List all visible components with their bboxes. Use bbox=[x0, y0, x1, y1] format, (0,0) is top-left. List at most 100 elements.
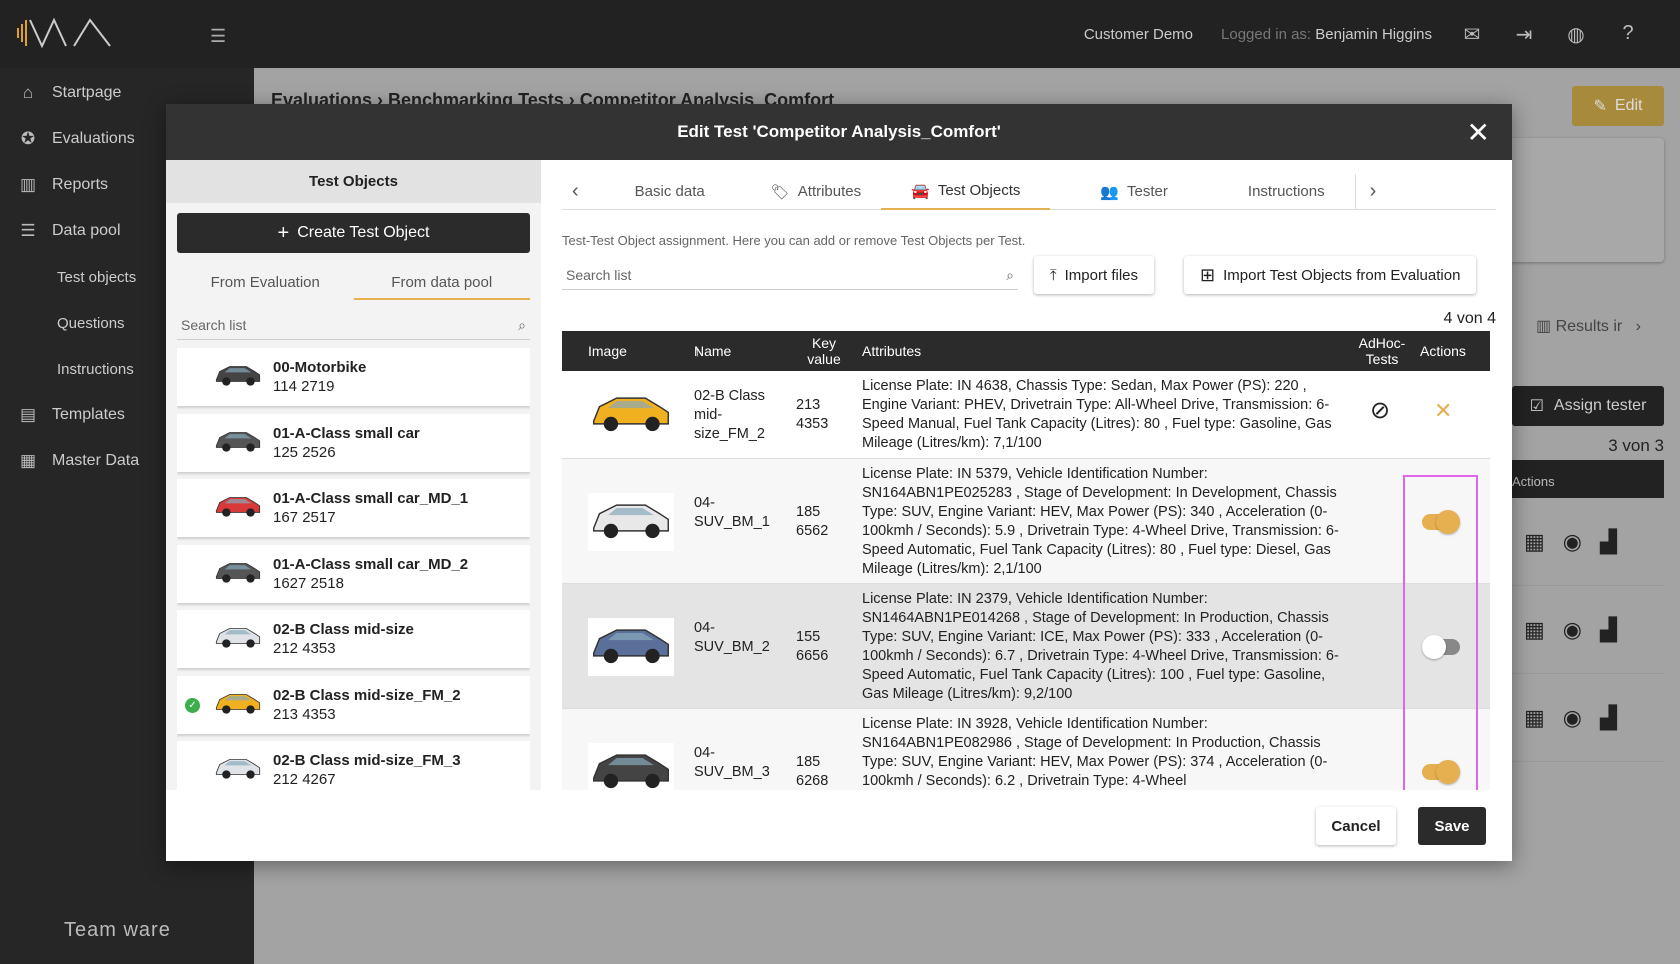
col-attributes: Attributes bbox=[862, 343, 922, 359]
row-attributes: License Plate: IN 2379, Vehicle Identifi… bbox=[862, 591, 1339, 702]
table-row: 04-SUV_BM_2 155 6656 License Plate: IN 237… bbox=[562, 584, 1490, 709]
test-object-name: 01-A-Class small car_MD_1 bbox=[273, 490, 469, 507]
test-object-item[interactable]: 01-A-Class small car_MD_1 167 2517 bbox=[177, 479, 530, 537]
remove-icon[interactable]: ✕ bbox=[1434, 400, 1452, 422]
eye-icon[interactable]: ◉ bbox=[1563, 617, 1582, 643]
test-object-thumbnail bbox=[213, 358, 263, 395]
test-object-item[interactable]: 02-B Class mid-size_FM_3 212 4267 bbox=[177, 741, 530, 790]
globe-icon[interactable]: ◍ bbox=[1564, 22, 1588, 46]
test-object-key: 213 4353 bbox=[273, 705, 336, 723]
qr-code-icon[interactable]: ▦ bbox=[1524, 617, 1545, 643]
test-object-thumbnail bbox=[213, 751, 263, 788]
adhoc-toggle[interactable] bbox=[1422, 759, 1460, 784]
test-object-name: 01-A-Class small car_MD_2 bbox=[273, 555, 469, 573]
import-files-button[interactable]: ⤒ Import files bbox=[1034, 256, 1154, 294]
sort-asc-icon: ↑ bbox=[694, 343, 701, 359]
import-from-evaluation-button[interactable]: ⊞ Import Test Objects from Evaluation bbox=[1184, 256, 1477, 294]
test-object-name: 02-B Class mid-size bbox=[273, 621, 414, 638]
tabs-prev-icon[interactable]: ‹ bbox=[562, 174, 589, 210]
col-name[interactable]: Name ↑ bbox=[694, 331, 731, 371]
add-chart-icon[interactable]: ▟ bbox=[1600, 705, 1617, 731]
tab-description: Test-Test Object assignment. Here you ca… bbox=[562, 233, 1026, 248]
help-icon[interactable]: ? bbox=[1616, 22, 1640, 46]
row-key-value: 155 6656 bbox=[796, 628, 829, 664]
company-logo: Team ware bbox=[64, 919, 171, 941]
cancel-button[interactable]: Cancel bbox=[1316, 807, 1396, 845]
row-attributes: License Plate: IN 3928, Vehicle Identifi… bbox=[862, 716, 1328, 789]
edit-button[interactable]: ✎ Edit bbox=[1572, 86, 1664, 126]
tab-test-objects[interactable]: 🚘 Test Objects bbox=[881, 174, 1051, 210]
test-object-item[interactable]: 02-B Class mid-size 212 4353 bbox=[177, 610, 530, 668]
tab-attributes[interactable]: 🏷 Attributes bbox=[751, 174, 881, 210]
edit-test-dialog: Edit Test 'Competitor Analysis_Comfort' … bbox=[166, 104, 1512, 861]
adhoc-disabled-icon: ⊘ bbox=[1370, 397, 1391, 424]
row-key-value: 185 6562 bbox=[796, 503, 829, 539]
dialog-title: Edit Test 'Competitor Analysis_Comfort' bbox=[677, 122, 1001, 141]
logout-icon[interactable]: ⇥ bbox=[1512, 22, 1536, 46]
database-icon: ☰ bbox=[20, 221, 36, 240]
people-icon: 👥 bbox=[1100, 183, 1120, 201]
results-tab[interactable]: ▥ Results ir › bbox=[1536, 316, 1641, 336]
car-icon: 🚘 bbox=[911, 182, 930, 200]
test-object-name: 02-B Class mid-size_FM_2 bbox=[273, 686, 461, 704]
search-icon[interactable]: ⌕ bbox=[1006, 267, 1014, 283]
tab-instructions[interactable]: Instructions bbox=[1218, 174, 1355, 210]
test-object-key: 212 4267 bbox=[273, 771, 336, 788]
close-icon[interactable]: ✕ bbox=[1467, 116, 1490, 149]
adhoc-toggle[interactable] bbox=[1422, 634, 1460, 659]
logged-in-label: Logged in as: bbox=[1221, 25, 1312, 43]
col-actions: Actions bbox=[1420, 343, 1466, 359]
add-chart-icon[interactable]: ▟ bbox=[1600, 617, 1617, 643]
assign-tester-button[interactable]: ☑ Assign tester bbox=[1512, 386, 1664, 426]
add-chart-icon[interactable]: ▟ bbox=[1600, 529, 1617, 555]
test-object-name: 00-Motorbike bbox=[273, 359, 367, 376]
row-attributes: License Plate: IN 5379, Vehicle Identifi… bbox=[862, 466, 1339, 577]
home-icon: ⌂ bbox=[22, 83, 34, 102]
test-objects-tab-content: ‹ Basic data 🏷 Attributes 🚘 Test Objects 👥… bbox=[562, 160, 1496, 790]
row-name: 02-B Class mid-size_FM_2 bbox=[694, 388, 765, 442]
test-object-item[interactable]: 01-A-Class small car 125 2526 bbox=[177, 413, 530, 472]
tab-basic-data[interactable]: Basic data bbox=[589, 174, 751, 210]
test-object-image bbox=[588, 742, 674, 790]
template-icon: ▤ bbox=[19, 405, 37, 424]
create-test-object-button[interactable]: + Create Test Object bbox=[177, 213, 530, 253]
add-box-icon: ⊞ bbox=[1200, 264, 1216, 285]
qr-code-icon[interactable]: ▦ bbox=[1524, 705, 1545, 731]
assign-icon: ☑ bbox=[1529, 398, 1544, 415]
collapse-menu-icon[interactable]: ☰ bbox=[210, 26, 226, 47]
test-object-image bbox=[588, 492, 674, 551]
chart-icon: ▥ bbox=[19, 175, 37, 194]
table-row: 04-SUV_BM_1 185 6562 License Plate: IN 537… bbox=[562, 459, 1490, 584]
save-button[interactable]: Save bbox=[1418, 807, 1486, 845]
mail-icon[interactable]: ✉ bbox=[1460, 22, 1484, 46]
col-image: Image bbox=[588, 343, 627, 359]
star-icon: ✪ bbox=[20, 129, 36, 148]
left-search-input[interactable]: Search list ⌕ bbox=[177, 310, 530, 340]
search-icon[interactable]: ⌕ bbox=[518, 317, 526, 333]
eye-icon[interactable]: ◉ bbox=[1563, 529, 1582, 555]
qr-code-icon[interactable]: ▦ bbox=[1524, 529, 1545, 555]
sidebar-item-label: Data pool bbox=[52, 222, 121, 239]
table-search-input[interactable]: Search list ⌕ bbox=[562, 260, 1018, 290]
test-object-item[interactable]: 01-A-Class small car_MD_2 1627 2518 bbox=[177, 544, 530, 603]
sidebar-item-label: Master Data bbox=[52, 452, 140, 469]
background-table-header: Actions bbox=[1512, 460, 1664, 498]
customer-name[interactable]: Customer Demo bbox=[1084, 26, 1193, 43]
test-object-thumbnail bbox=[213, 686, 263, 723]
sidebar-item-label: Reports bbox=[52, 176, 109, 193]
test-object-item[interactable]: 00-Motorbike 114 2719 bbox=[177, 348, 530, 406]
test-objects-table: Image Name ↑ Key value Attributes AdHoc-… bbox=[562, 331, 1490, 790]
tab-tester[interactable]: 👥 Tester bbox=[1050, 174, 1218, 210]
dialog-header: Edit Test 'Competitor Analysis_Comfort' … bbox=[166, 104, 1512, 160]
tab-from-data-pool[interactable]: From data pool bbox=[353, 264, 530, 300]
tab-from-evaluation[interactable]: From Evaluation bbox=[177, 264, 354, 300]
background-row: ▦ ◉ ▟ bbox=[1512, 674, 1664, 762]
test-object-key: 114 2719 bbox=[273, 378, 335, 395]
adhoc-toggle[interactable] bbox=[1422, 509, 1460, 534]
background-card bbox=[1508, 138, 1664, 262]
test-object-item[interactable]: ✓ 02-B Class mid-size_FM_2 213 4353 bbox=[177, 675, 530, 734]
tabs-next-icon[interactable]: › bbox=[1354, 173, 1391, 210]
check-icon: ✓ bbox=[185, 697, 200, 713]
col-key-value: Key value bbox=[807, 335, 841, 367]
eye-icon[interactable]: ◉ bbox=[1563, 705, 1582, 731]
